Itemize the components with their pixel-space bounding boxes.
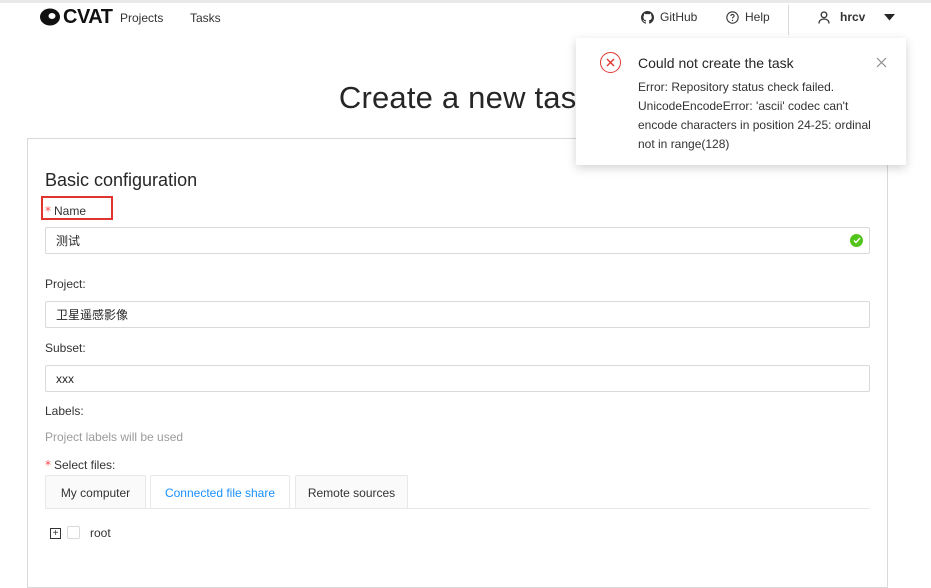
name-input-value: 测试 bbox=[56, 234, 81, 248]
project-label: Project: bbox=[45, 277, 86, 291]
nav-tasks[interactable]: Tasks bbox=[190, 11, 221, 25]
subset-label: Subset: bbox=[45, 341, 86, 355]
name-label: * Name bbox=[45, 204, 86, 218]
project-select-value: 卫星遥感影像 bbox=[56, 308, 129, 322]
tree-node-checkbox[interactable] bbox=[67, 526, 80, 539]
tabs-divider bbox=[45, 508, 870, 509]
caret-down-icon bbox=[884, 14, 896, 21]
required-mark: * bbox=[45, 204, 51, 218]
tab-connected-file-share[interactable]: Connected file share bbox=[150, 475, 290, 509]
nav-projects[interactable]: Projects bbox=[120, 11, 163, 25]
user-icon bbox=[818, 10, 830, 24]
check-circle-icon bbox=[850, 234, 863, 247]
close-icon[interactable] bbox=[876, 55, 888, 68]
help-label: Help bbox=[745, 10, 770, 24]
cvat-logo[interactable]: CVAT bbox=[39, 5, 113, 28]
header-divider bbox=[788, 5, 789, 35]
required-mark: * bbox=[45, 458, 51, 472]
user-name: hrcv bbox=[840, 10, 866, 24]
brand-name: CVAT bbox=[63, 5, 113, 28]
tab-label: Connected file share bbox=[164, 485, 276, 500]
top-header: CVAT Projects Tasks GitHub Help hrcv bbox=[0, 0, 931, 35]
error-notification: Could not create the task Error: Reposit… bbox=[576, 38, 906, 165]
section-title: Basic configuration bbox=[45, 170, 198, 190]
help-link[interactable]: Help bbox=[726, 10, 770, 24]
labels-label: Labels: bbox=[45, 404, 84, 418]
create-task-form bbox=[27, 138, 888, 588]
select-files-label-text: Select files: bbox=[54, 458, 116, 472]
labels-hint: Project labels will be used bbox=[45, 430, 184, 444]
subset-input-value: xxx bbox=[56, 372, 74, 386]
notification-description: Error: Repository status check failed. U… bbox=[638, 80, 871, 151]
github-label: GitHub bbox=[660, 10, 698, 24]
project-select[interactable]: 卫星遥感影像 bbox=[45, 301, 870, 328]
question-circle-icon bbox=[726, 10, 739, 24]
subset-input[interactable]: xxx bbox=[45, 365, 870, 392]
close-circle-icon bbox=[600, 52, 621, 73]
name-label-text: Name bbox=[54, 204, 87, 218]
github-link[interactable]: GitHub bbox=[641, 10, 697, 24]
name-input[interactable]: 测试 bbox=[45, 227, 870, 254]
cvat-logo-icon bbox=[40, 8, 60, 26]
tab-remote-sources[interactable]: Remote sources bbox=[295, 475, 408, 509]
tab-label: Remote sources bbox=[307, 485, 396, 500]
plus-square-icon[interactable]: + bbox=[50, 528, 61, 539]
select-files-label: * Select files: bbox=[45, 458, 115, 472]
tab-label: My computer bbox=[60, 485, 131, 500]
notification-title: Could not create the task bbox=[638, 55, 794, 71]
github-icon bbox=[641, 10, 654, 24]
tab-my-computer[interactable]: My computer bbox=[45, 475, 146, 509]
tree-node-root[interactable]: root bbox=[90, 526, 111, 540]
user-menu[interactable]: hrcv bbox=[818, 10, 896, 24]
